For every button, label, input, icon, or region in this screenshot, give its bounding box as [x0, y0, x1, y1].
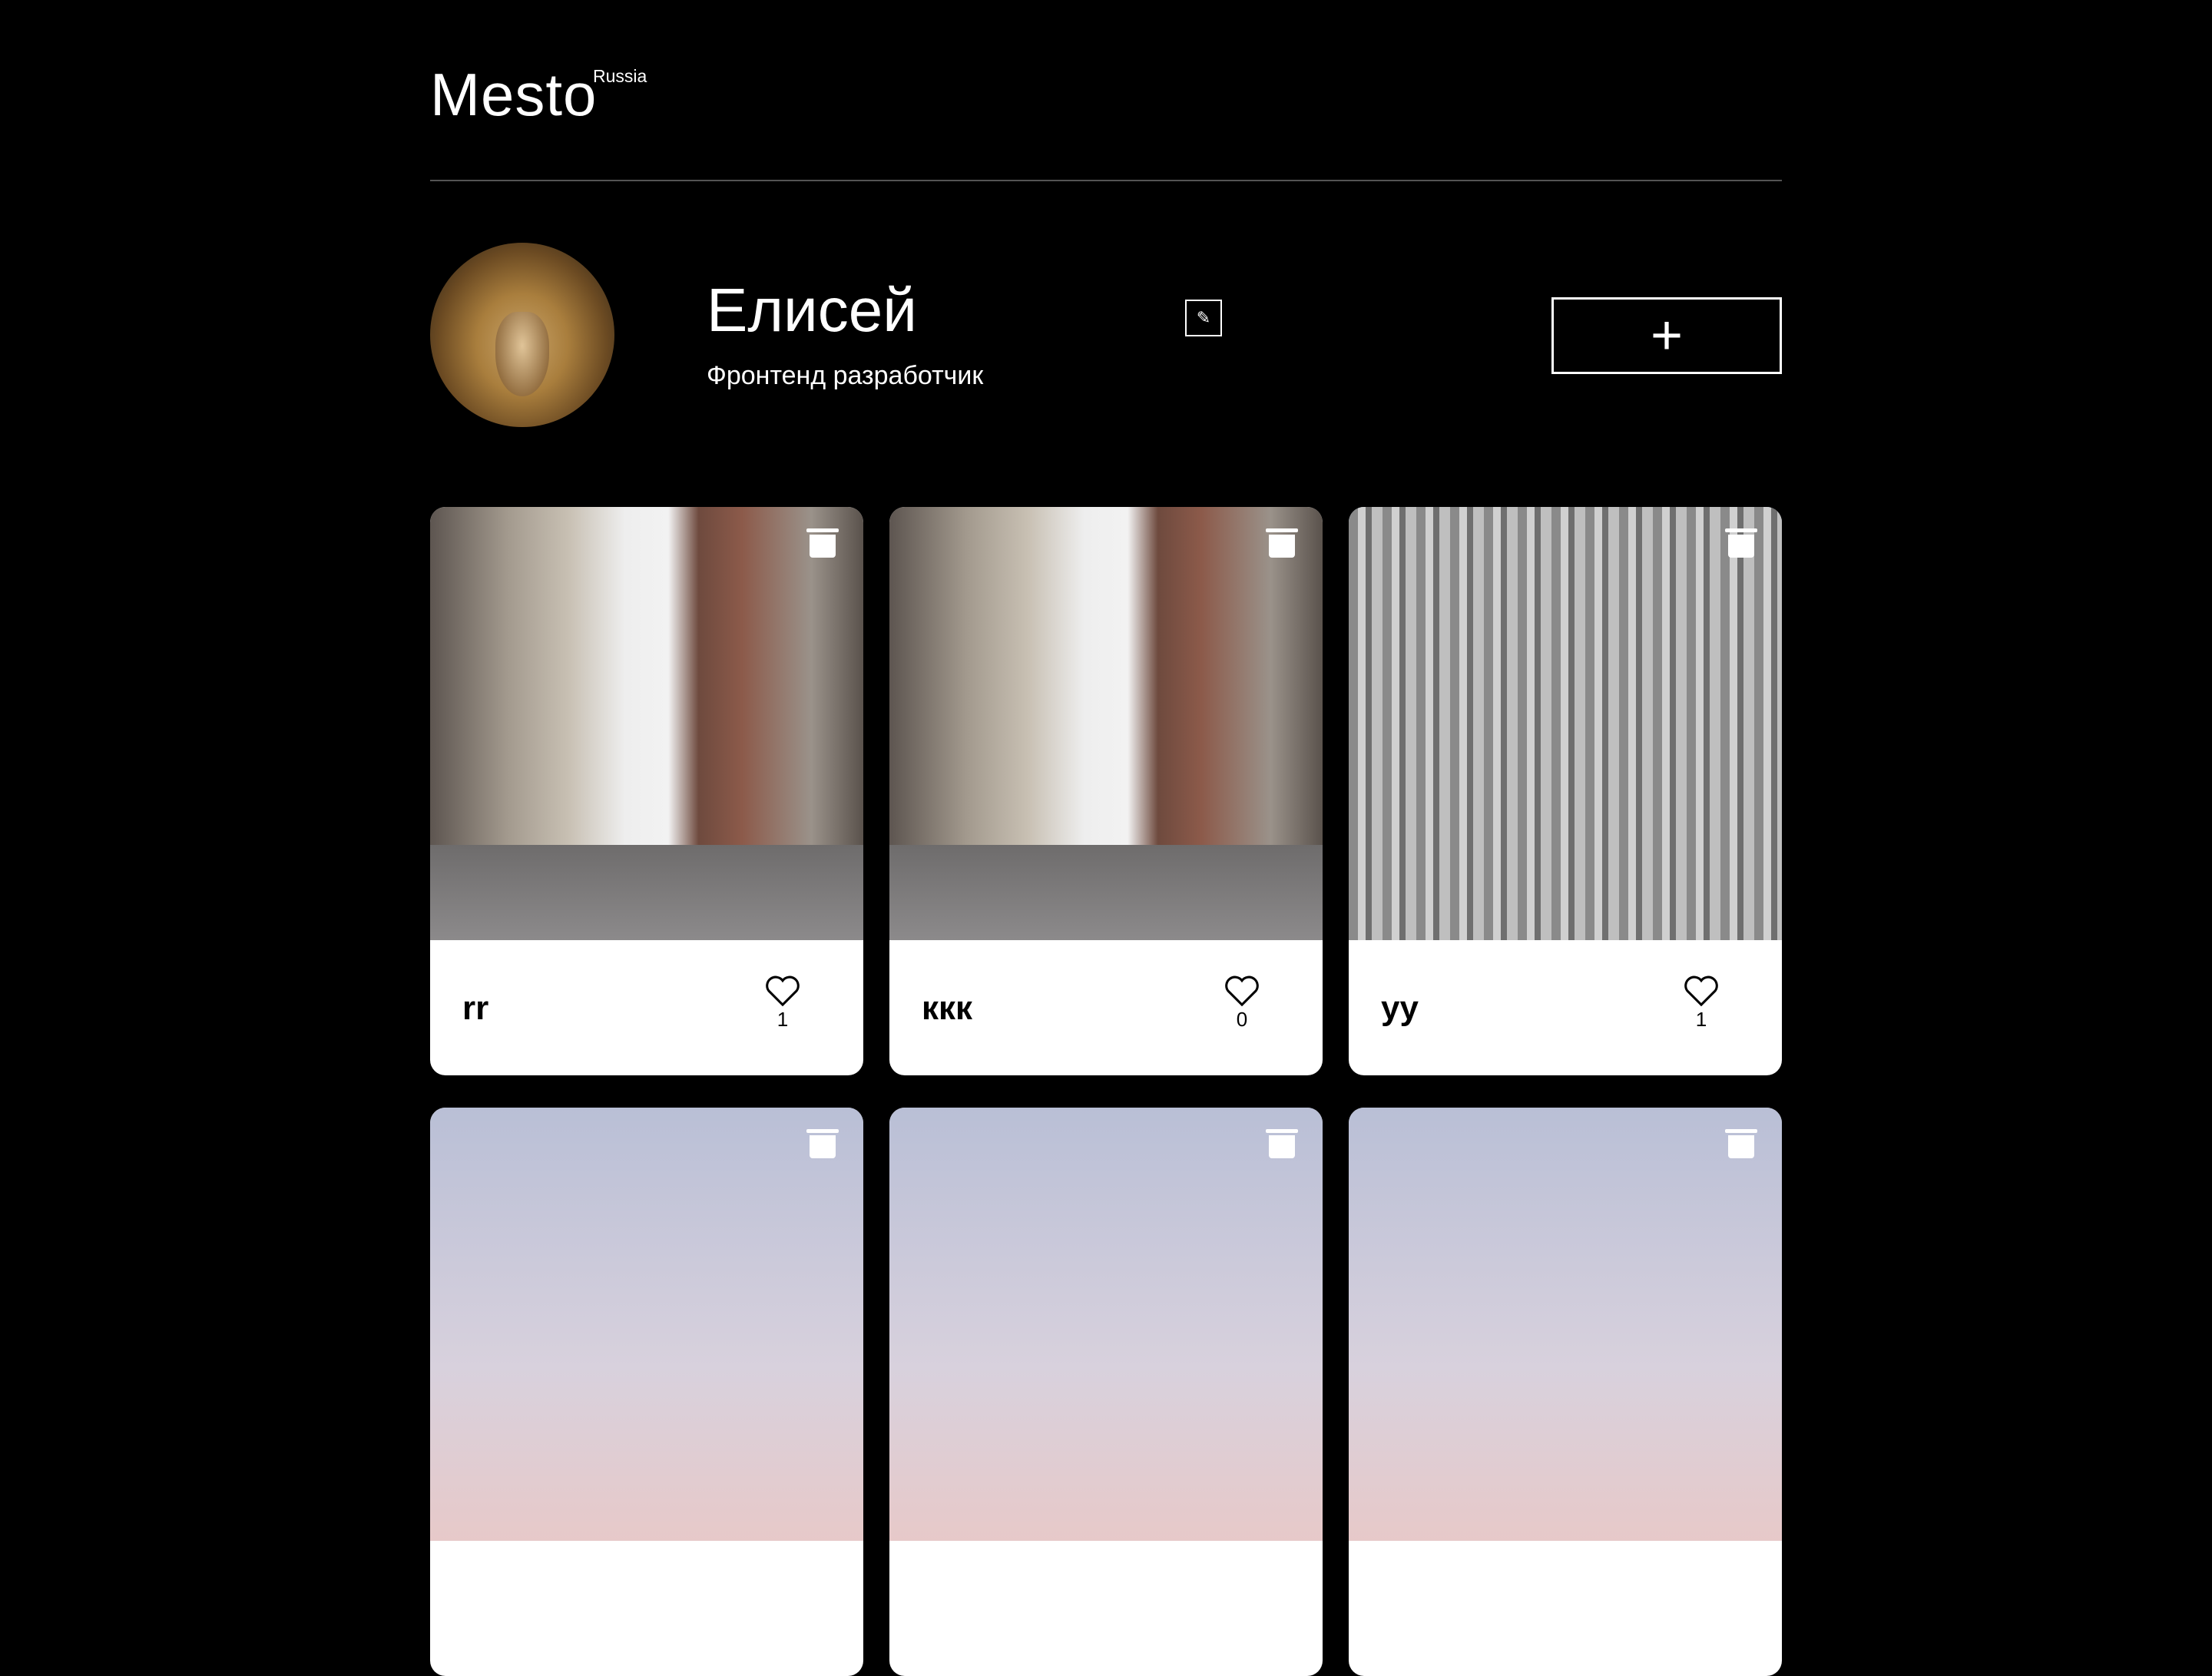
card: [430, 1108, 863, 1676]
heart-icon[interactable]: [765, 975, 800, 1006]
card-image[interactable]: [430, 507, 863, 940]
trash-icon[interactable]: [806, 1129, 839, 1158]
card: [1349, 1108, 1782, 1676]
card-title: rr: [462, 989, 489, 1027]
heart-icon[interactable]: [1684, 975, 1719, 1006]
trash-icon[interactable]: [1266, 528, 1298, 558]
trash-icon[interactable]: [1266, 1129, 1298, 1158]
avatar[interactable]: [430, 243, 614, 427]
card-image[interactable]: [889, 507, 1323, 940]
pencil-icon: ✎: [1196, 308, 1211, 327]
logo-subtitle: Russia: [593, 66, 647, 86]
like-count: 1: [777, 1008, 789, 1031]
header: Mesto Russia: [430, 0, 1782, 181]
card: уу 1: [1349, 507, 1782, 1075]
like-count: 0: [1236, 1008, 1248, 1031]
heart-icon[interactable]: [1224, 975, 1260, 1006]
card: ккк 0: [889, 507, 1323, 1075]
profile-name: Елисей: [707, 276, 917, 344]
card-image[interactable]: [889, 1108, 1323, 1541]
add-card-button[interactable]: +: [1551, 297, 1782, 374]
card-title: ккк: [922, 989, 973, 1027]
profile-about: Фронтенд разработчик: [707, 361, 984, 390]
card-image[interactable]: [1349, 507, 1782, 940]
trash-icon[interactable]: [1725, 528, 1757, 558]
card-image[interactable]: [430, 1108, 863, 1541]
like-count: 1: [1695, 1008, 1707, 1031]
trash-icon[interactable]: [806, 528, 839, 558]
logo: Mesto: [430, 61, 598, 128]
card: rr 1: [430, 507, 863, 1075]
card-image[interactable]: [1349, 1108, 1782, 1541]
card-title: уу: [1381, 989, 1419, 1027]
edit-profile-button[interactable]: ✎: [1185, 300, 1222, 336]
card: [889, 1108, 1323, 1676]
cards-grid: rr 1 ккк 0 уу 1: [430, 507, 1782, 1676]
trash-icon[interactable]: [1725, 1129, 1757, 1158]
profile: Елисей ✎ Фронтенд разработчик +: [430, 181, 1782, 507]
